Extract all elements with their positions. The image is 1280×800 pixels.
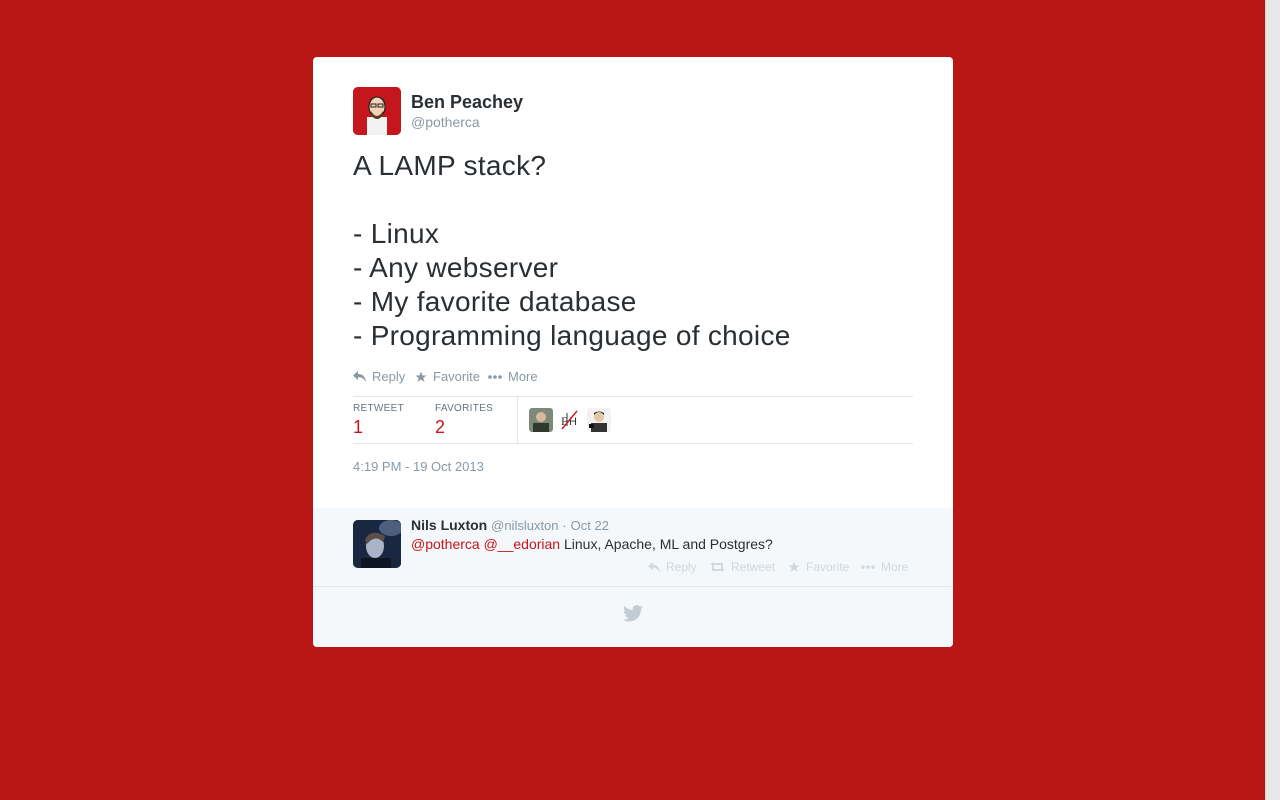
reply-body: Linux, Apache, ML and Postgres? xyxy=(563,536,773,552)
card-footer xyxy=(313,587,953,647)
favoriter-avatar[interactable] xyxy=(587,408,611,432)
reply-retweet-button[interactable]: Retweet xyxy=(710,560,775,574)
retweet-stat[interactable]: RETWEET 1 xyxy=(353,403,404,438)
retweet-label: Retweet xyxy=(731,560,776,574)
favorites-stat[interactable]: FAVORITES 2 xyxy=(435,403,493,438)
tweet-card: Ben Peachey @potherca A LAMP stack? - Li… xyxy=(313,57,953,647)
reply-label: Reply xyxy=(372,369,406,384)
star-icon xyxy=(415,371,427,382)
more-label: More xyxy=(881,560,909,574)
tweet-stats: RETWEET 1 FAVORITES 2 FH xyxy=(353,396,913,444)
favorite-button[interactable]: Favorite xyxy=(415,369,480,384)
author-name[interactable]: Ben Peachey xyxy=(411,92,523,113)
reply-author-avatar[interactable] xyxy=(353,520,401,568)
retweet-stat-label: RETWEET xyxy=(353,403,404,414)
reply-date[interactable]: Oct 22 xyxy=(571,518,609,533)
more-label: More xyxy=(508,369,538,384)
favoriter-avatar[interactable] xyxy=(529,408,553,432)
twitter-bird-icon[interactable] xyxy=(623,605,643,627)
favoriter-avatar[interactable]: FH xyxy=(558,408,582,432)
tweet-text-line: - Linux xyxy=(353,218,440,249)
stats-divider xyxy=(517,397,518,443)
ellipsis-icon xyxy=(861,565,875,569)
tweet-text-line: - My favorite database xyxy=(353,286,637,317)
reply-button[interactable]: Reply xyxy=(353,369,405,384)
reply-separator: · xyxy=(562,518,567,533)
tweet-text-line: A LAMP stack? xyxy=(353,150,547,181)
favorite-label: Favorite xyxy=(806,560,850,574)
svg-text:H: H xyxy=(569,416,577,428)
mention-link[interactable]: @__edorian xyxy=(484,536,561,552)
favorites-stat-label: FAVORITES xyxy=(435,403,494,414)
page-scrollbar[interactable] xyxy=(1265,0,1280,800)
star-icon xyxy=(788,561,800,572)
ellipsis-icon xyxy=(488,374,502,379)
reply-more-button[interactable]: More xyxy=(861,560,908,574)
reply-header: Nils Luxton @nilsluxton · Oct 22 xyxy=(411,517,609,533)
reply-icon xyxy=(648,562,660,572)
favorite-label: Favorite xyxy=(433,369,480,384)
reply-label: Reply xyxy=(666,560,697,574)
favorites-count: 2 xyxy=(435,417,446,437)
retweet-count: 1 xyxy=(353,417,364,437)
mention-link[interactable]: @potherca xyxy=(411,536,480,552)
tweet-text: A LAMP stack? - Linux - Any webserver - … xyxy=(353,149,923,353)
reply-icon xyxy=(353,371,366,382)
tweet-text-line xyxy=(353,183,923,217)
tweet-text-line: - Any webserver xyxy=(353,252,559,283)
reply-reply-button[interactable]: Reply xyxy=(648,560,697,574)
reply-favorite-button[interactable]: Favorite xyxy=(788,560,849,574)
more-button[interactable]: More xyxy=(488,369,538,384)
reply-author-name[interactable]: Nils Luxton xyxy=(411,517,487,533)
reply-text: @potherca @__edorian Linux, Apache, ML a… xyxy=(411,536,773,552)
reply-tweet: Nils Luxton @nilsluxton · Oct 22 @pother… xyxy=(313,508,953,587)
author-avatar[interactable] xyxy=(353,87,401,135)
tweet-text-line: - Programming language of choice xyxy=(353,320,791,351)
retweet-icon xyxy=(710,562,725,572)
author-handle[interactable]: @potherca xyxy=(411,114,480,130)
reply-author-handle[interactable]: @nilsluxton xyxy=(491,518,558,533)
tweet-timestamp[interactable]: 4:19 PM - 19 Oct 2013 xyxy=(353,459,484,474)
